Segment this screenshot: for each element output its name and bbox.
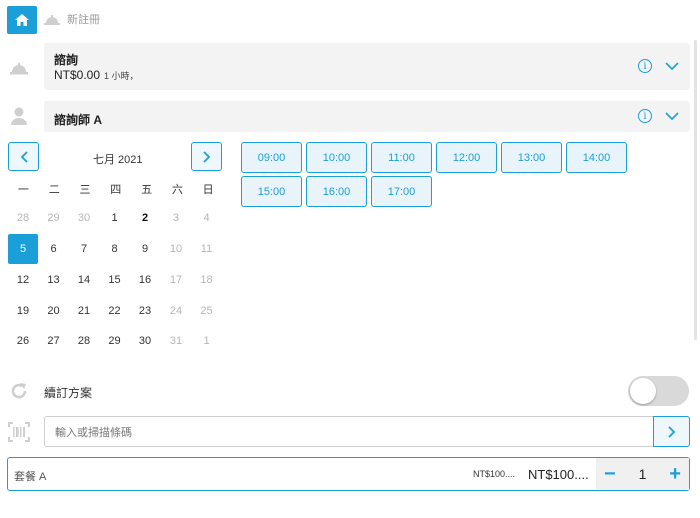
chevron-down-icon[interactable] xyxy=(665,62,679,71)
calendar-day[interactable]: 8 xyxy=(100,234,130,264)
calendar-day[interactable]: 26 xyxy=(8,326,38,356)
user-icon xyxy=(8,106,30,126)
calendar-day: 10 xyxy=(169,243,183,255)
calendar-day[interactable]: 20 xyxy=(39,296,69,326)
calendar-day: 30 xyxy=(77,212,91,224)
chevron-right-icon xyxy=(667,425,675,438)
weekday-label: 二 xyxy=(48,184,60,196)
package-total: NT$100.... xyxy=(528,467,589,482)
calendar-day: 11 xyxy=(200,243,213,255)
time-slot-button[interactable]: 12:00 xyxy=(436,142,497,173)
weekday-label: 四 xyxy=(110,184,122,196)
time-slot-button[interactable]: 09:00 xyxy=(241,142,302,173)
time-slot-button[interactable]: 15:00 xyxy=(241,176,302,207)
calendar-day[interactable]: 14 xyxy=(69,265,99,295)
renewal-label: 續訂方案 xyxy=(44,386,93,400)
calendar-day[interactable]: 28 xyxy=(69,326,99,356)
service-price: NT$0.00 xyxy=(54,68,101,82)
scan-submit-button[interactable] xyxy=(653,416,690,447)
refresh-icon xyxy=(11,383,27,399)
calendar-day[interactable]: 6 xyxy=(39,234,69,264)
increase-quantity-button[interactable]: + xyxy=(669,464,681,484)
calendar-day: 3 xyxy=(172,212,180,224)
calendar-day: 4 xyxy=(203,212,210,224)
info-icon[interactable]: i xyxy=(638,109,652,123)
calendar-day[interactable]: 2 xyxy=(130,203,160,233)
quantity-stepper: − 1 + xyxy=(596,458,689,490)
calendar-day: 31 xyxy=(169,335,183,347)
calendar-day: 18 xyxy=(200,274,213,286)
calendar-day: 28 xyxy=(16,212,30,224)
scrollbar[interactable] xyxy=(694,40,697,340)
calendar-day[interactable]: 1 xyxy=(100,203,130,233)
weekday-label: 日 xyxy=(202,184,214,196)
staff-name: 諮詢師 A xyxy=(54,113,103,127)
package-name: 套餐 A xyxy=(14,471,47,483)
calendar-day[interactable]: 16 xyxy=(130,265,160,295)
time-slot-button[interactable]: 13:00 xyxy=(501,142,562,173)
toggle-knob xyxy=(630,378,656,404)
calendar-day[interactable]: 9 xyxy=(130,234,160,264)
calendar-day[interactable]: 12 xyxy=(8,265,38,295)
weekday-header: 一 二 三 四 五 六 日 xyxy=(8,181,224,197)
calendar-day[interactable]: 27 xyxy=(39,326,69,356)
prev-month-button[interactable] xyxy=(8,142,39,171)
time-slot-button[interactable]: 11:00 xyxy=(371,142,432,173)
calendar-day-selected[interactable]: 5 xyxy=(8,234,38,264)
month-label: 七月 2021 xyxy=(93,154,143,166)
breadcrumb: 新註冊 xyxy=(44,11,100,27)
calendar-day[interactable]: 29 xyxy=(100,326,130,356)
quantity-value[interactable]: 1 xyxy=(639,466,647,482)
package-unit-price: NT$100.... xyxy=(473,469,516,479)
renewal-toggle[interactable] xyxy=(628,376,689,406)
weekday-label: 六 xyxy=(171,184,183,196)
breadcrumb-current[interactable]: 新註冊 xyxy=(67,11,100,27)
time-slot-button[interactable]: 10:00 xyxy=(306,142,367,173)
calendar-day[interactable]: 21 xyxy=(69,296,99,326)
calendar-day[interactable]: 30 xyxy=(130,326,160,356)
calendar-day[interactable]: 13 xyxy=(39,265,69,295)
next-month-button[interactable] xyxy=(191,142,222,171)
decrease-quantity-button[interactable]: − xyxy=(604,464,616,484)
calendar-day: 1 xyxy=(203,335,210,347)
time-slot-button[interactable]: 17:00 xyxy=(371,176,432,207)
calendar-day: 29 xyxy=(47,212,60,224)
home-button[interactable] xyxy=(7,6,37,34)
service-bell-icon xyxy=(44,14,60,25)
calendar-day: 24 xyxy=(169,305,183,317)
info-icon[interactable]: i xyxy=(638,59,652,73)
chevron-left-icon xyxy=(20,150,28,163)
barcode-icon xyxy=(8,422,30,442)
staff-panel[interactable]: 諮詢師 A i xyxy=(44,101,690,132)
package-item-row[interactable]: 套餐 A NT$100.... NT$100.... − 1 + xyxy=(7,457,690,491)
service-panel[interactable]: 諮詢 NT$0.00 1 小時， i xyxy=(44,43,690,90)
time-slot-button[interactable]: 16:00 xyxy=(306,176,367,207)
service-price-line: NT$0.00 1 小時， xyxy=(54,68,139,82)
home-icon xyxy=(15,14,29,26)
weekday-label: 五 xyxy=(141,184,153,196)
calendar-day[interactable]: 22 xyxy=(100,296,130,326)
barcode-input[interactable]: 輸入或掃描條碼 xyxy=(44,416,654,447)
calendar-day[interactable]: 15 xyxy=(100,265,130,295)
service-bell-icon xyxy=(8,58,30,78)
chevron-down-icon[interactable] xyxy=(665,112,679,121)
weekday-label: 三 xyxy=(79,184,91,196)
service-title: 諮詢 xyxy=(54,53,79,67)
calendar-day: 17 xyxy=(169,274,183,286)
service-duration: 1 小時， xyxy=(104,71,139,81)
weekday-label: 一 xyxy=(17,184,29,196)
calendar-day[interactable]: 23 xyxy=(130,296,160,326)
calendar-day: 25 xyxy=(200,305,213,317)
calendar-day[interactable]: 19 xyxy=(8,296,38,326)
time-slot-button[interactable]: 14:00 xyxy=(566,142,627,173)
chevron-right-icon xyxy=(202,150,210,163)
calendar-day[interactable]: 7 xyxy=(69,234,99,264)
